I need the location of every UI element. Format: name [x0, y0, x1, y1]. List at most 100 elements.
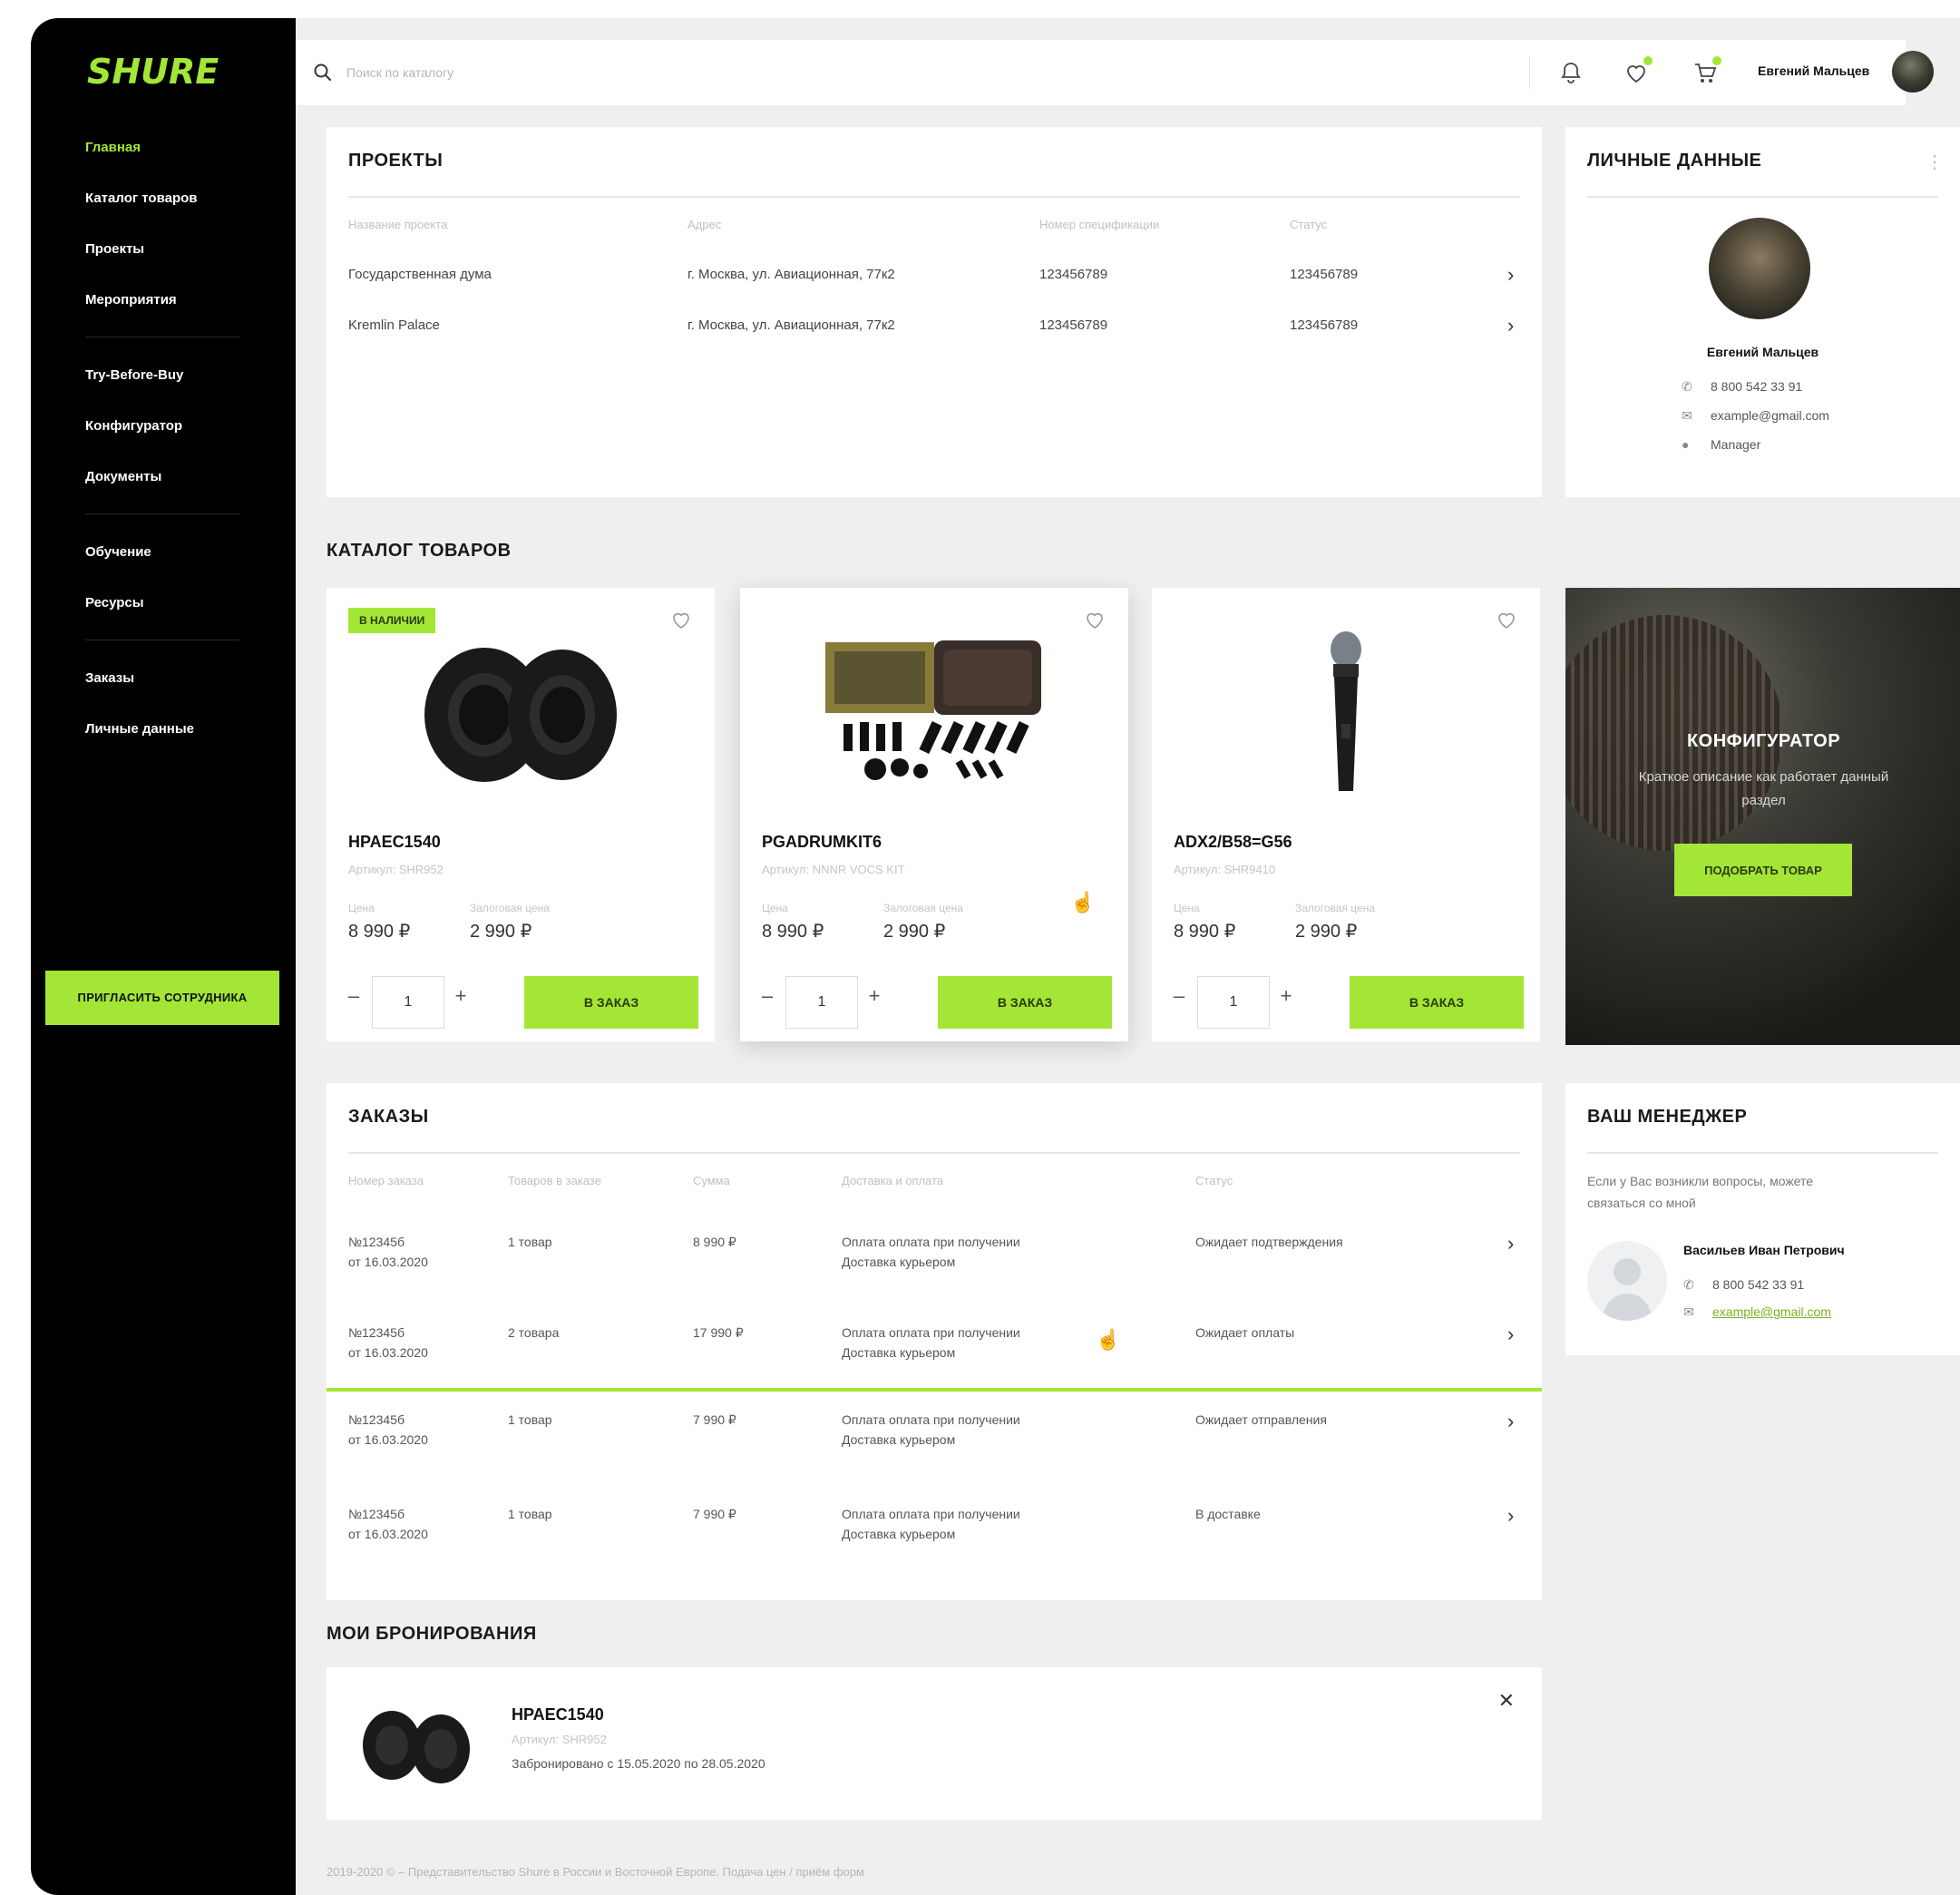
product-deposit: 2 990 ₽ — [883, 922, 946, 942]
sidebar-item-events[interactable]: Мероприятия — [85, 275, 267, 326]
column-header: Номер заказа — [348, 1174, 424, 1187]
quantity-input[interactable] — [785, 976, 858, 1029]
quantity-decrease-button[interactable]: – — [1168, 978, 1190, 1014]
heart-icon[interactable] — [668, 606, 695, 633]
order-status: Ожидает подтверждения — [1195, 1232, 1343, 1252]
sidebar-item-home[interactable]: Главная — [85, 122, 267, 173]
invite-employee-button[interactable]: ПРИГЛАСИТЬ СОТРУДНИКА — [45, 971, 279, 1025]
order-delivery-line: Доставка курьером — [842, 1527, 956, 1541]
configurator-title: КОНФИГУРАТОР — [1686, 731, 1841, 751]
mail-icon: ✉ — [1682, 408, 1692, 423]
mail-icon: ✉ — [1683, 1304, 1694, 1319]
chevron-right-icon[interactable]: › — [1507, 1506, 1514, 1526]
chevron-right-icon[interactable]: › — [1507, 1411, 1514, 1431]
order-delivery-line: Оплата оплата при получении — [842, 1235, 1020, 1249]
shure-logo[interactable]: SHURE — [85, 47, 239, 94]
manager-email: ✉ example@gmail.com — [1683, 1304, 1831, 1320]
manager-description: Если у Вас возникли вопросы, можете связ… — [1587, 1174, 1814, 1210]
project-row[interactable]: Kremlin Palace г. Москва, ул. Авиационна… — [348, 314, 1527, 345]
chevron-right-icon[interactable]: › — [1507, 1234, 1514, 1254]
quantity-input[interactable] — [1197, 976, 1270, 1029]
search-icon[interactable] — [312, 62, 334, 83]
product-image-drumkit[interactable] — [798, 624, 1070, 796]
hand-cursor-icon: ☝ — [1096, 1328, 1121, 1351]
product-sku[interactable]: ADX2/B58=G56 — [1174, 833, 1292, 852]
order-row[interactable]: №12345б от 16.03.2020 1 товар 8 990 ₽ Оплата… — [327, 1210, 1542, 1301]
product-image-microphone[interactable] — [1210, 624, 1482, 796]
sidebar-item-catalog[interactable]: Каталог товаров — [85, 173, 267, 224]
order-number: №12345б от 16.03.2020 — [348, 1232, 428, 1272]
product-card[interactable]: PGADRUMKIT6 Артикул: NNNR VOCS KIT Цена … — [740, 588, 1128, 1041]
product-article: Артикул: SHR9410 — [1174, 863, 1276, 876]
order-delivery: Оплата оплата при получении Доставка курь… — [842, 1410, 1020, 1450]
heart-icon[interactable] — [1493, 606, 1520, 633]
chevron-right-icon[interactable]: › — [1507, 263, 1514, 287]
product-card[interactable]: ADX2/B58=G56 Артикул: SHR9410 Цена Залог… — [1152, 588, 1540, 1041]
column-header: Статус — [1290, 218, 1328, 231]
top-bar: Евгений Мальцев — [296, 40, 1934, 105]
order-delivery-line: Оплата оплата при получении — [842, 1325, 1020, 1340]
project-spec: 123456789 — [1039, 267, 1108, 282]
projects-title: ПРОЕКТЫ — [348, 151, 444, 171]
product-sku[interactable]: HPAEC1540 — [348, 833, 441, 852]
quantity-input[interactable] — [372, 976, 444, 1029]
quantity-increase-button[interactable]: + — [450, 978, 472, 1014]
order-sum: 7 990 ₽ — [693, 1504, 736, 1524]
sidebar-item-try[interactable]: Try-Before-Buy — [85, 350, 267, 401]
order-number: №12345б от 16.03.2020 — [348, 1504, 428, 1544]
more-options-icon[interactable]: ⋮ — [1926, 151, 1944, 173]
heart-icon[interactable] — [1081, 606, 1108, 633]
app-frame: SHURE Главная Каталог товаров Проекты Мероп… — [31, 18, 1960, 1895]
quantity-increase-button[interactable]: + — [863, 978, 885, 1014]
sidebar-item-resources[interactable]: Ресурсы — [85, 578, 267, 629]
sidebar-item-learning[interactable]: Обучение — [85, 527, 267, 578]
bookings-title: МОИ БРОНИРОВАНИЯ — [327, 1624, 537, 1644]
close-icon[interactable]: ✕ — [1498, 1689, 1515, 1713]
sidebar-item-orders[interactable]: Заказы — [85, 653, 267, 704]
column-header: Название проекта — [348, 218, 448, 231]
quantity-increase-button[interactable]: + — [1275, 978, 1297, 1014]
product-sku[interactable]: PGADRUMKIT6 — [762, 833, 882, 852]
select-product-button[interactable]: ПОДОБРАТЬ ТОВАР — [1674, 844, 1852, 896]
sidebar-item-configurator[interactable]: Конфигуратор — [85, 401, 267, 452]
sidebar-item-documents[interactable]: Документы — [85, 452, 267, 503]
add-to-order-button[interactable]: В ЗАКАЗ — [524, 976, 698, 1029]
order-items-line: 1 товар — [508, 1235, 552, 1249]
booking-sku[interactable]: HPAEC1540 — [512, 1705, 604, 1724]
quantity-decrease-button[interactable]: – — [756, 978, 778, 1014]
manager-card: ВАШ МЕНЕДЖЕР Если у Вас возникли вопросы… — [1565, 1083, 1960, 1355]
footer-text: 2019-2020 © – Представительство Shure в … — [327, 1865, 864, 1879]
order-status-line: Ожидает отправления — [1195, 1412, 1327, 1427]
chevron-right-icon[interactable]: › — [1507, 1324, 1514, 1344]
search-input[interactable] — [346, 56, 1163, 89]
personal-divider — [1587, 196, 1938, 198]
add-to-order-button[interactable]: В ЗАКАЗ — [1350, 976, 1524, 1029]
chevron-right-icon[interactable]: › — [1507, 314, 1514, 337]
add-to-order-button[interactable]: В ЗАКАЗ — [938, 976, 1112, 1029]
product-article: Артикул: SHR952 — [348, 863, 444, 876]
favorites-indicator — [1643, 56, 1653, 65]
project-row[interactable]: Государственная дума г. Москва, ул. Авиа… — [348, 263, 1527, 294]
booking-product-image[interactable] — [354, 1700, 481, 1791]
product-card[interactable]: В НАЛИЧИИ HPAEC1540 Артикул: SHR952 Цена… — [327, 588, 715, 1041]
column-header: Адрес — [687, 218, 722, 231]
project-status: 123456789 — [1290, 267, 1359, 282]
column-header: Товаров в заказе — [508, 1174, 601, 1187]
order-items: 1 товар — [508, 1504, 552, 1524]
user-name[interactable]: Евгений Мальцев — [1758, 63, 1869, 78]
sidebar-item-profile[interactable]: Личные данные — [85, 704, 267, 755]
order-row[interactable]: №12345б от 16.03.2020 1 товар 7 990 ₽ Оплата… — [327, 1482, 1542, 1573]
bell-icon[interactable] — [1556, 58, 1585, 87]
order-row[interactable]: №12345б от 16.03.2020 2 товара 17 990 ₽ Опла… — [327, 1301, 1542, 1392]
sidebar: SHURE Главная Каталог товаров Проекты Мероп… — [31, 18, 296, 1895]
quantity-decrease-button[interactable]: – — [343, 978, 365, 1014]
sidebar-item-projects[interactable]: Проекты — [85, 224, 267, 275]
order-row[interactable]: №12345б от 16.03.2020 1 товар 7 990 ₽ Оплата… — [327, 1388, 1542, 1479]
column-header: Сумма — [693, 1174, 730, 1187]
order-number-line: №12345б — [348, 1325, 405, 1340]
product-image-earpads[interactable] — [385, 624, 657, 796]
booking-card[interactable]: HPAEC1540 Артикул: SHR952 Забронировано … — [327, 1667, 1542, 1820]
user-avatar[interactable] — [1892, 51, 1934, 93]
orders-card: ЗАКАЗЫ Номер заказа Товаров в заказе Сум… — [327, 1083, 1542, 1600]
manager-email-link[interactable]: example@gmail.com — [1712, 1304, 1831, 1319]
